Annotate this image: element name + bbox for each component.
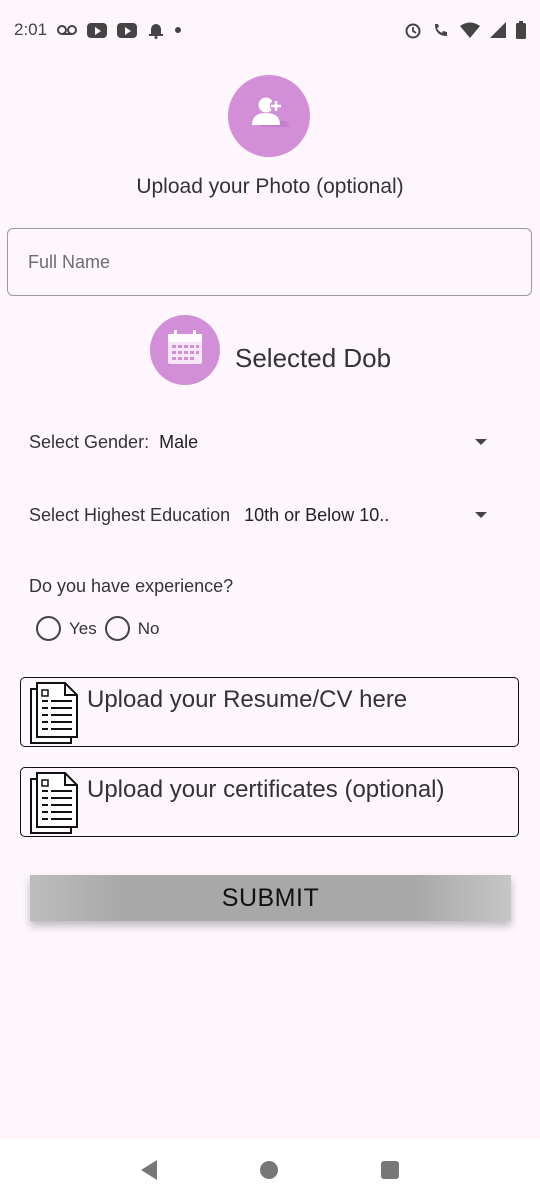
radio-no[interactable] — [104, 616, 130, 641]
battery-icon — [516, 21, 526, 39]
upload-certificates-label: Upload your certificates (optional) — [87, 776, 445, 803]
experience-question: Do you have experience? — [29, 576, 234, 596]
back-icon[interactable] — [141, 1159, 158, 1180]
status-time: 2:01 — [14, 20, 48, 39]
chevron-down-icon[interactable] — [475, 439, 487, 445]
selected-dob-label: Selected Dob — [235, 343, 392, 373]
wifi-calling-icon — [432, 21, 450, 39]
add-person-icon — [246, 91, 292, 142]
select-dob-button[interactable] — [150, 315, 220, 385]
status-left: 2:01 — [14, 20, 182, 40]
youtube-icon — [117, 22, 138, 38]
upload-resume-label: Upload your Resume/CV here — [87, 686, 408, 713]
gender-select-row: Select Gender: Male — [29, 422, 499, 462]
education-select[interactable]: 10th or Below 10.. — [244, 505, 389, 526]
document-icon — [27, 681, 83, 750]
recent-apps-icon[interactable] — [380, 1160, 399, 1179]
upload-photo-button[interactable] — [228, 75, 310, 157]
document-icon — [27, 771, 83, 840]
education-select-row: Select Highest Education 10th or Below 1… — [29, 495, 499, 535]
chevron-down-icon[interactable] — [475, 512, 487, 518]
system-nav-bar — [0, 1139, 540, 1200]
wifi-icon — [460, 22, 480, 38]
status-bar: 2:01 — [0, 0, 540, 60]
youtube-icon — [87, 22, 108, 38]
experience-radio-group: Yes No — [36, 616, 167, 641]
radio-no-label: No — [137, 618, 160, 638]
upload-resume-button[interactable]: Upload your Resume/CV here — [20, 677, 519, 747]
upload-photo-label: Upload your Photo (optional) — [136, 175, 404, 198]
status-right — [404, 21, 526, 39]
gender-select[interactable]: Male — [159, 432, 198, 453]
home-icon[interactable] — [259, 1160, 278, 1179]
notification-bell-icon — [147, 21, 165, 39]
voicemail-icon — [57, 24, 78, 36]
full-name-input[interactable] — [7, 228, 532, 296]
signal-icon — [490, 22, 506, 38]
radio-yes-label: Yes — [69, 618, 97, 638]
alarm-icon — [404, 21, 422, 39]
education-label: Select Highest Education — [29, 504, 231, 525]
dot-icon — [175, 27, 182, 33]
gender-label: Select Gender: — [29, 431, 150, 452]
calendar-icon — [166, 329, 204, 372]
upload-certificates-button[interactable]: Upload your certificates (optional) — [20, 767, 519, 837]
radio-yes[interactable] — [36, 616, 61, 641]
submit-button[interactable]: SUBMIT — [30, 875, 511, 921]
